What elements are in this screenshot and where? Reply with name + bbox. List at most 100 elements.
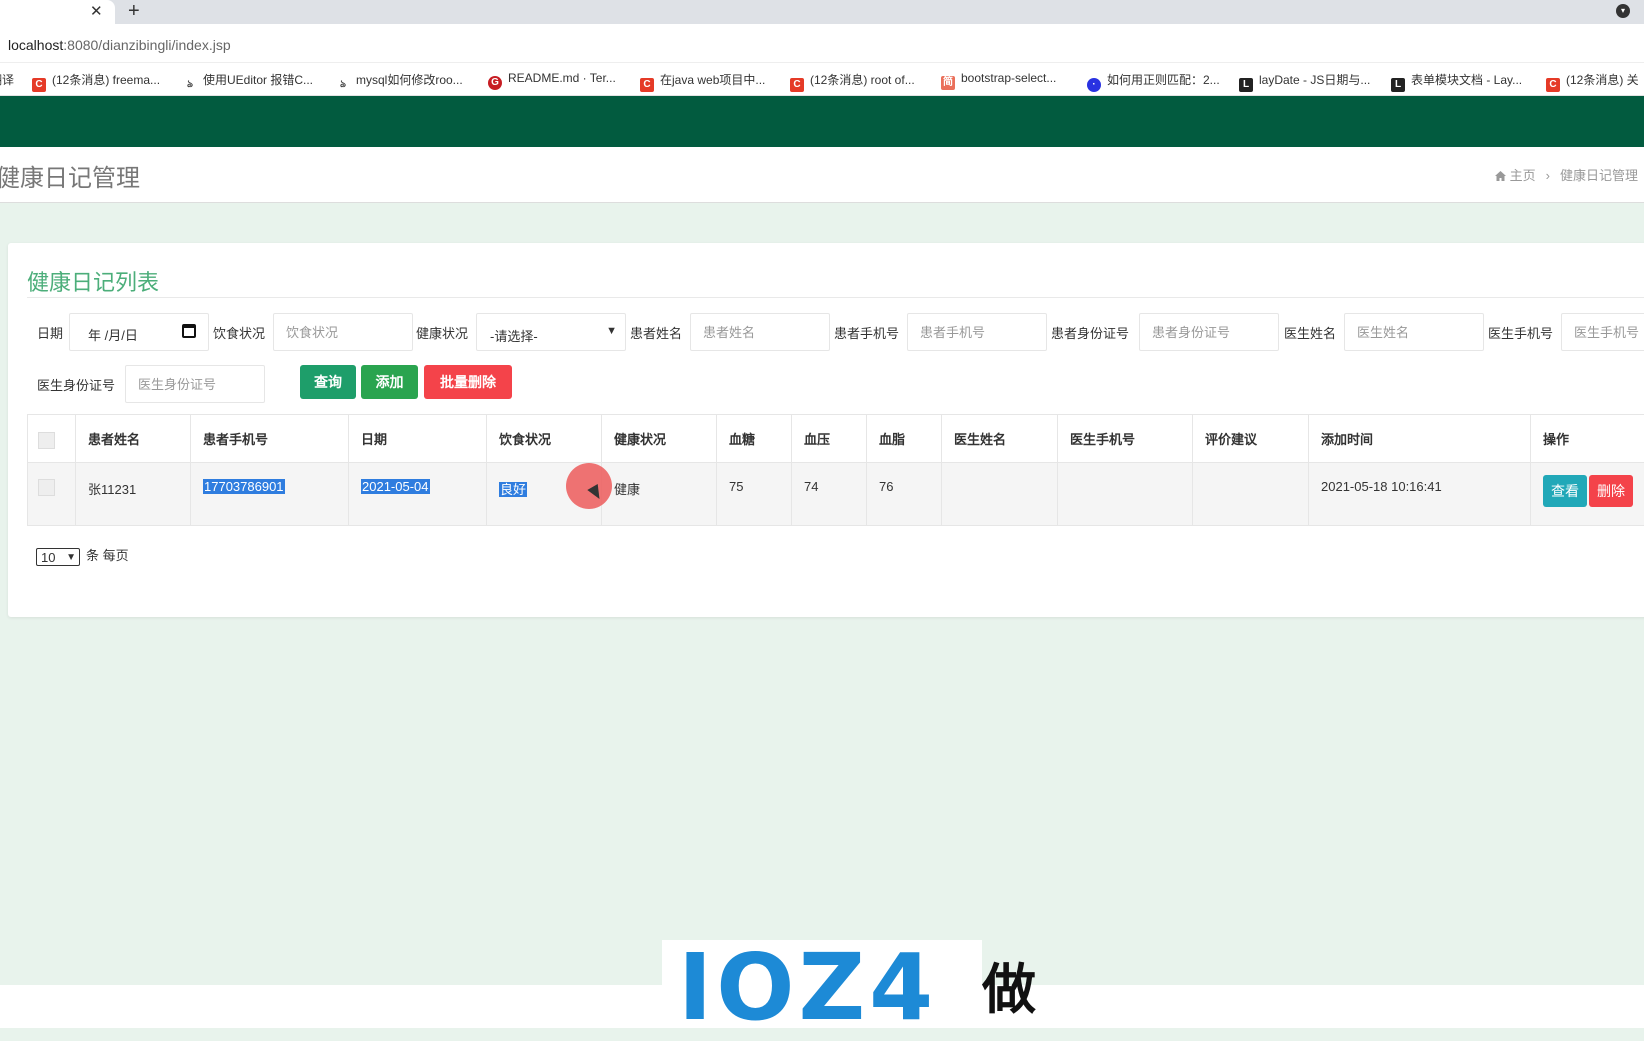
doctor-id-input[interactable] <box>125 365 265 403</box>
bookmark-item[interactable]: C 在java web项目中... <box>640 71 765 92</box>
bookmark-label: 表单模块文档 - Lay... <box>1411 73 1523 87</box>
bookmark-label: README.md · Ter... <box>508 71 616 85</box>
row-checkbox[interactable] <box>38 479 55 497</box>
tab-search-icon[interactable]: ▾ <box>1616 4 1630 18</box>
browser-tab[interactable]: ✕ <box>0 0 115 24</box>
date-label: 日期 <box>37 326 64 341</box>
bookmark-label: 在java web项目中... <box>660 73 766 87</box>
jianshu-icon: 简 <box>941 76 955 90</box>
health-label: 健康状况 <box>416 326 469 341</box>
watermark-text: IOZ4 <box>678 934 938 1041</box>
bookmark-item[interactable]: · 如何用正则匹配：2... <box>1087 71 1220 92</box>
calendar-icon[interactable] <box>182 324 196 338</box>
url-path: :8080/dianzibingli/index.jsp <box>63 37 231 53</box>
cell-blood-pressure: 74 <box>792 463 867 525</box>
bookmark-item[interactable]: ঌ mysql如何修改roo... <box>336 71 463 92</box>
table-header: 操作 <box>1531 415 1644 463</box>
page-title: 健康日记管理 <box>0 165 140 192</box>
table-header[interactable]: 患者姓名 <box>76 415 191 463</box>
select-all-checkbox[interactable] <box>38 432 55 450</box>
bookmark-item[interactable]: 翻译 <box>0 71 14 88</box>
breadcrumb-current: 健康日记管理 <box>1559 168 1638 183</box>
table-header[interactable]: 医生姓名 <box>942 415 1058 463</box>
bookmark-item[interactable]: C (12条消息) freema... <box>32 71 160 92</box>
csdn-icon: C <box>790 78 804 92</box>
breadcrumb: 主页 › 健康日记管理 <box>1494 165 1638 184</box>
bookmark-label: 翻译 <box>0 73 15 87</box>
date-value: 年 /月/日 <box>88 328 138 343</box>
app-top-bar <box>0 96 1644 147</box>
pagination: 10 ▼ 条 每页 <box>36 545 129 566</box>
bookmark-item[interactable]: LlayDate - JS日期与... <box>1239 71 1370 92</box>
page-size-select[interactable]: 10 ▼ <box>36 547 80 566</box>
watermark-logo: IOZ4 <box>662 940 982 1034</box>
table-header[interactable]: 血脂 <box>867 415 942 463</box>
patient-name-label: 患者姓名 <box>630 326 683 341</box>
bookmark-item[interactable]: C (12条消息) root of... <box>790 71 915 92</box>
cell-added-time: 2021-05-18 10:16:41 <box>1309 463 1531 525</box>
new-tab-button[interactable]: + <box>128 0 140 22</box>
breadcrumb-separator: › <box>1545 168 1550 183</box>
patient-id-input[interactable] <box>1139 313 1279 351</box>
url-text[interactable]: localhost:8080/dianzibingli/index.jsp <box>8 37 231 53</box>
bookmark-item[interactable]: G README.md · Ter... <box>488 71 616 90</box>
csdn-icon: C <box>640 78 654 92</box>
diet-label: 饮食状况 <box>213 326 266 341</box>
bookmark-label: 如何用正则匹配：2... <box>1107 73 1220 87</box>
address-bar[interactable]: localhost:8080/dianzibingli/index.jsp <box>0 24 1644 63</box>
watermark-tail: 做 <box>982 960 1036 1020</box>
baidu-icon: · <box>1087 78 1101 92</box>
cell-doctor-phone <box>1058 463 1193 525</box>
patient-name-input[interactable] <box>690 313 830 351</box>
delete-button[interactable]: 删除 <box>1589 475 1633 507</box>
table-header[interactable]: 评价建议 <box>1193 415 1309 463</box>
table-header[interactable]: 患者手机号 <box>191 415 349 463</box>
cell-patient-phone-value: 17703786901 <box>203 479 285 494</box>
bookmark-label: layDate - JS日期与... <box>1259 73 1371 87</box>
add-button[interactable]: 添加 <box>361 365 418 399</box>
doctor-name-input[interactable] <box>1344 313 1484 351</box>
health-select[interactable]: -请选择- ▼ <box>476 313 626 351</box>
bookmark-label: (12条消息) freema... <box>52 73 161 87</box>
cell-evaluation <box>1193 463 1309 525</box>
table-header[interactable]: 血压 <box>792 415 867 463</box>
bookmark-label: mysql如何修改roo... <box>356 73 463 87</box>
layui-icon: L <box>1391 78 1405 92</box>
table-header[interactable]: 添加时间 <box>1309 415 1531 463</box>
bookmark-item[interactable]: C (12条消息) 关 <box>1546 71 1639 92</box>
bookmark-item[interactable]: L 表单模块文档 - Lay... <box>1391 71 1522 92</box>
bookmark-item[interactable]: ঌ 使用UEditor 报错C... <box>183 71 313 92</box>
diet-input[interactable] <box>273 313 413 351</box>
doctor-phone-input[interactable] <box>1561 313 1644 351</box>
breadcrumb-home[interactable]: 主页 <box>1510 168 1536 183</box>
table-header[interactable]: 饮食状况 <box>487 415 602 463</box>
patient-id-label: 患者身份证号 <box>1051 326 1130 341</box>
patient-phone-input[interactable] <box>907 313 1047 351</box>
browser-tab-bar: ✕ + ▾ <box>0 0 1644 24</box>
home-icon <box>1494 171 1506 181</box>
query-button[interactable]: 查询 <box>300 365 356 399</box>
doctor-name-label: 医生姓名 <box>1284 326 1337 341</box>
patient-phone-label: 患者手机号 <box>834 326 900 341</box>
cell-health: 健康 <box>602 463 717 525</box>
bookmark-label: (12条消息) 关 <box>1566 73 1639 87</box>
bookmark-item[interactable]: 简 bootstrap-select... <box>941 71 1056 90</box>
table-header[interactable]: 医生手机号 <box>1058 415 1193 463</box>
batch-delete-button[interactable]: 批量删除 <box>424 365 512 399</box>
date-field[interactable]: 年 /月/日 <box>69 313 209 351</box>
table-header[interactable]: 健康状况 <box>602 415 717 463</box>
close-tab-icon[interactable]: ✕ <box>90 2 103 20</box>
table-header[interactable]: 日期 <box>349 415 487 463</box>
table-header[interactable]: 血糖 <box>717 415 792 463</box>
page-size-suffix: 条 每页 <box>86 548 129 563</box>
cursor-highlight <box>566 463 612 509</box>
cell-blood-sugar: 75 <box>717 463 792 525</box>
bookmark-label: (12条消息) root of... <box>810 73 915 87</box>
cell-blood-lipid: 76 <box>867 463 942 525</box>
data-table: 患者姓名 患者手机号 日期 饮食状况 健康状况 血糖 血压 血脂 医生姓名 医生… <box>27 414 1644 526</box>
view-button[interactable]: 查看 <box>1543 475 1587 507</box>
cell-diet-value: 良好 <box>499 482 528 497</box>
doctor-phone-label: 医生手机号 <box>1488 326 1554 341</box>
health-select-value: -请选择- <box>490 329 538 344</box>
layui-icon: L <box>1239 78 1253 92</box>
